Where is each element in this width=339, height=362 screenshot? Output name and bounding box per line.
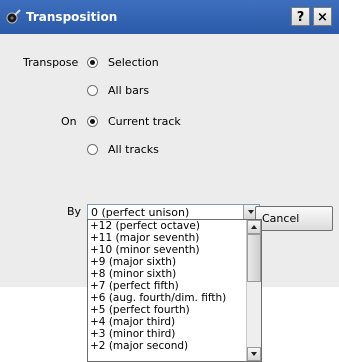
radio-current-track-label[interactable]: Current track [108, 115, 181, 128]
dropdown-options: +12 (perfect octave) +11 (major seventh) +… [88, 220, 245, 352]
dropdown-option[interactable]: +9 (major sixth) [88, 256, 245, 268]
title-bar: Transposition ? × [0, 0, 339, 34]
dropdown-option[interactable]: +5 (perfect fourth) [88, 304, 245, 316]
on-label: On [61, 115, 77, 128]
dropdown-option[interactable]: +3 (minor third) [88, 328, 245, 340]
dropdown-option[interactable]: +11 (major seventh) [88, 232, 245, 244]
close-button[interactable]: × [313, 7, 332, 26]
guitar-icon [6, 9, 21, 24]
radio-all-bars-label[interactable]: All bars [108, 84, 149, 97]
cancel-button[interactable]: Cancel [255, 206, 333, 231]
radio-current-track[interactable] [87, 116, 98, 127]
radio-selection[interactable] [87, 57, 98, 68]
dropdown-option[interactable]: +2 (major second) [88, 340, 245, 352]
dropdown-scrollbar[interactable] [246, 220, 261, 361]
dropdown-option[interactable]: +4 (major third) [88, 316, 245, 328]
dropdown-option[interactable]: +8 (minor sixth) [88, 268, 245, 280]
radio-all-tracks-label[interactable]: All tracks [108, 143, 159, 156]
radio-all-bars[interactable] [87, 85, 98, 96]
scroll-up-icon[interactable] [247, 220, 261, 234]
dropdown-option[interactable]: +6 (aug. fourth/dim. fifth) [88, 292, 245, 304]
dropdown-option[interactable]: +12 (perfect octave) [88, 220, 245, 232]
dropdown-option[interactable]: +10 (minor seventh) [88, 244, 245, 256]
interval-select[interactable]: 0 (perfect unison) [87, 204, 260, 220]
help-button[interactable]: ? [291, 7, 310, 26]
interval-select-value: 0 (perfect unison) [91, 206, 190, 219]
dropdown-option[interactable]: +7 (perfect fifth) [88, 280, 245, 292]
scrollbar-thumb[interactable] [247, 234, 261, 282]
radio-selection-label[interactable]: Selection [108, 56, 159, 69]
scroll-down-icon[interactable] [247, 347, 261, 361]
interval-dropdown-list[interactable]: +12 (perfect octave) +11 (major seventh) +… [87, 219, 262, 362]
window-title: Transposition [26, 10, 118, 24]
radio-all-tracks[interactable] [87, 144, 98, 155]
by-label: By [67, 205, 82, 218]
transpose-label: Transpose [23, 56, 79, 69]
